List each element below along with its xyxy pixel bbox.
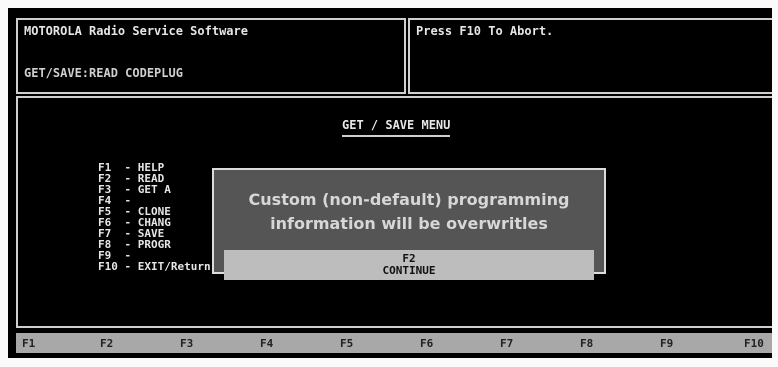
menu-title: GET / SAVE MENU [342,118,451,137]
abort-hint: Press F10 To Abort. [416,24,554,38]
fkey-f9[interactable]: F9 [660,337,673,350]
fkey-f7[interactable]: F7 [500,337,513,350]
continue-button[interactable]: F2 CONTINUE [224,250,594,280]
fkey-f5[interactable]: F5 [340,337,353,350]
fkey-f8[interactable]: F8 [580,337,593,350]
terminal-screen: MOTOROLA Radio Service Software GET/SAVE… [8,8,772,358]
header-right-panel: Press F10 To Abort. [408,18,772,94]
function-key-bar: F1 F2 F3 F4 F5 F6 F7 F8 F9 F10 [16,333,772,353]
fkey-f10[interactable]: F10 [744,337,764,350]
fkey-f6[interactable]: F6 [420,337,433,350]
dialog-message-line-1: Custom (non-default) programming [248,190,570,209]
fkey-f2[interactable]: F2 [100,337,113,350]
continue-button-label: CONTINUE [382,264,436,277]
app-title: MOTOROLA Radio Service Software [24,24,248,38]
fkey-f1[interactable]: F1 [22,337,35,350]
dialog-message-line-2: information will be overwritles [270,214,548,233]
fkey-f3[interactable]: F3 [180,337,193,350]
warning-dialog: Custom (non-default) programming informa… [212,168,606,280]
fkey-f4[interactable]: F4 [260,337,273,350]
status-line: GET/SAVE:READ CODEPLUG [24,66,183,80]
dialog-message: Custom (non-default) programming informa… [214,188,604,236]
header-left-panel: MOTOROLA Radio Service Software GET/SAVE… [16,18,406,94]
